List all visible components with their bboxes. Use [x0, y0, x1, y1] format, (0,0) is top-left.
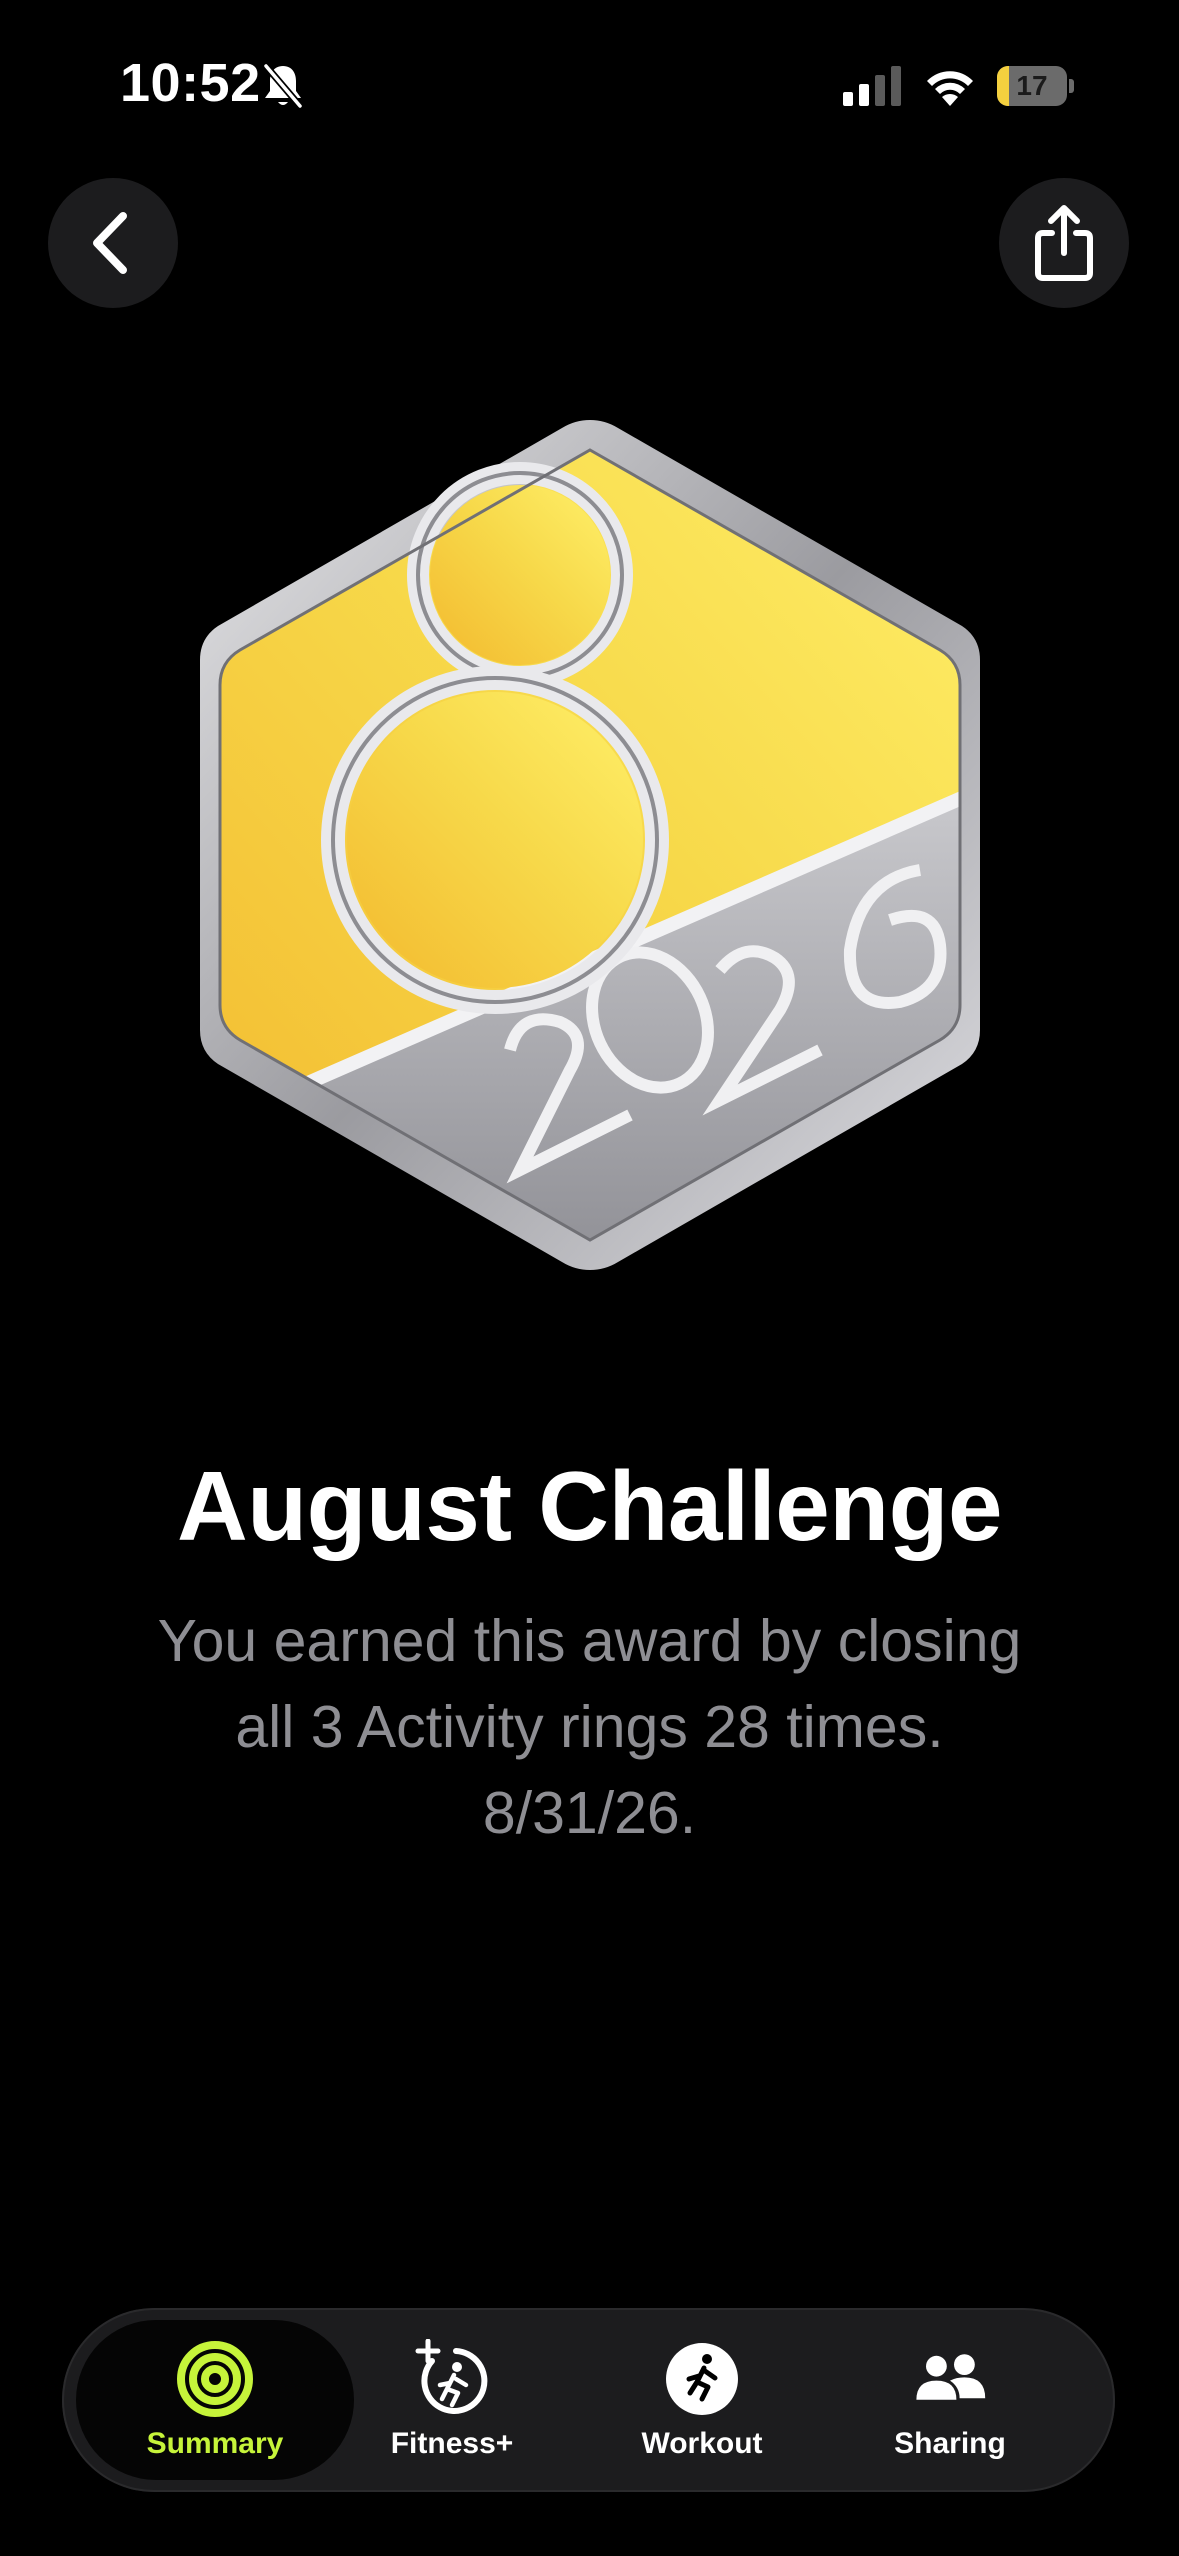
award-description: You earned this award by closing all 3 A… — [157, 1608, 1022, 1846]
battery-level: 17 — [1016, 70, 1048, 101]
tab-label: Sharing — [894, 2427, 1006, 2460]
share-button[interactable] — [999, 178, 1129, 308]
status-time: 10:52 — [120, 53, 261, 113]
award-medal — [200, 420, 980, 1270]
tab-summary[interactable]: Summary — [76, 2320, 354, 2480]
tab-workout[interactable]: Workout — [592, 2320, 812, 2480]
wifi-icon — [927, 71, 973, 106]
activity-rings-icon — [177, 2341, 253, 2417]
fitness-plus-icon — [415, 2339, 488, 2414]
cellular-signal-icon — [843, 66, 901, 106]
back-button[interactable] — [48, 178, 178, 308]
tab-label: Workout — [641, 2427, 763, 2460]
bell-slash-icon — [263, 63, 303, 109]
tab-label: Fitness+ — [390, 2427, 514, 2460]
running-figure-icon — [666, 2343, 738, 2415]
battery-icon: 17 — [997, 66, 1075, 106]
award-title: August Challenge — [176, 1451, 1003, 1561]
tab-bar: Summary Fitness+ Workout Sharing — [62, 2308, 1115, 2492]
share-icon — [1035, 205, 1093, 281]
tab-label: Summary — [146, 2427, 284, 2460]
status-bar: 10:52 17 — [0, 0, 1179, 170]
people-icon — [916, 2354, 986, 2400]
tab-sharing[interactable]: Sharing — [840, 2320, 1060, 2480]
award-detail-screen: 10:52 17 August Challenge You earned thi… — [0, 0, 1179, 2556]
tab-fitness-plus[interactable]: Fitness+ — [342, 2320, 562, 2480]
chevron-left-icon — [93, 212, 127, 274]
